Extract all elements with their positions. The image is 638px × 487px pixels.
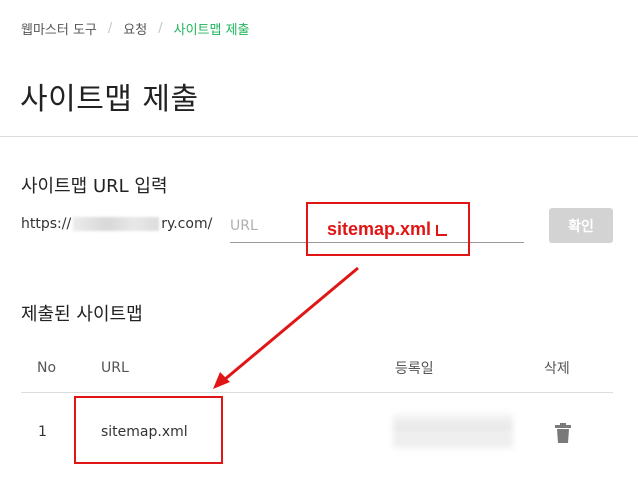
submitted-sitemaps-section-title: 제출된 사이트맵 — [21, 304, 143, 325]
domain-suffix: ry.com/ — [161, 216, 213, 232]
row-date-redacted — [393, 411, 513, 451]
input-annotation-callout: sitemap.xml — [306, 202, 470, 256]
page-title: 사이트맵 제출 — [20, 82, 199, 117]
confirm-button[interactable]: 확인 — [549, 208, 613, 243]
breadcrumb-separator: / — [158, 20, 163, 36]
text-cursor-icon — [436, 225, 448, 236]
row-url-annotation-callout — [74, 396, 223, 464]
column-header-delete: 삭제 — [544, 361, 570, 377]
domain-redacted — [73, 217, 160, 231]
column-header-date: 등록일 — [395, 361, 434, 377]
breadcrumb-separator: / — [107, 20, 113, 36]
site-domain: https:// ry.com/ — [21, 216, 212, 232]
sitemap-input-section-title: 사이트맵 URL 입력 — [21, 176, 168, 197]
table-header: No URL 등록일 삭제 — [21, 344, 613, 392]
breadcrumb-item-webmaster-tools[interactable]: 웹마스터 도구 — [21, 19, 97, 38]
column-header-no: No — [37, 360, 57, 376]
breadcrumb-item-request[interactable]: 요청 — [123, 19, 147, 38]
row-number: 1 — [38, 424, 47, 440]
domain-prefix: https:// — [21, 216, 72, 232]
header-divider — [0, 136, 638, 137]
breadcrumb-item-current: 사이트맵 제출 — [173, 22, 250, 38]
column-header-url: URL — [101, 360, 129, 376]
input-annotation-text: sitemap.xml — [326, 218, 432, 239]
breadcrumb: 웹마스터 도구 / 요청 / 사이트맵 제출 — [21, 18, 250, 38]
trash-icon[interactable] — [554, 423, 572, 443]
